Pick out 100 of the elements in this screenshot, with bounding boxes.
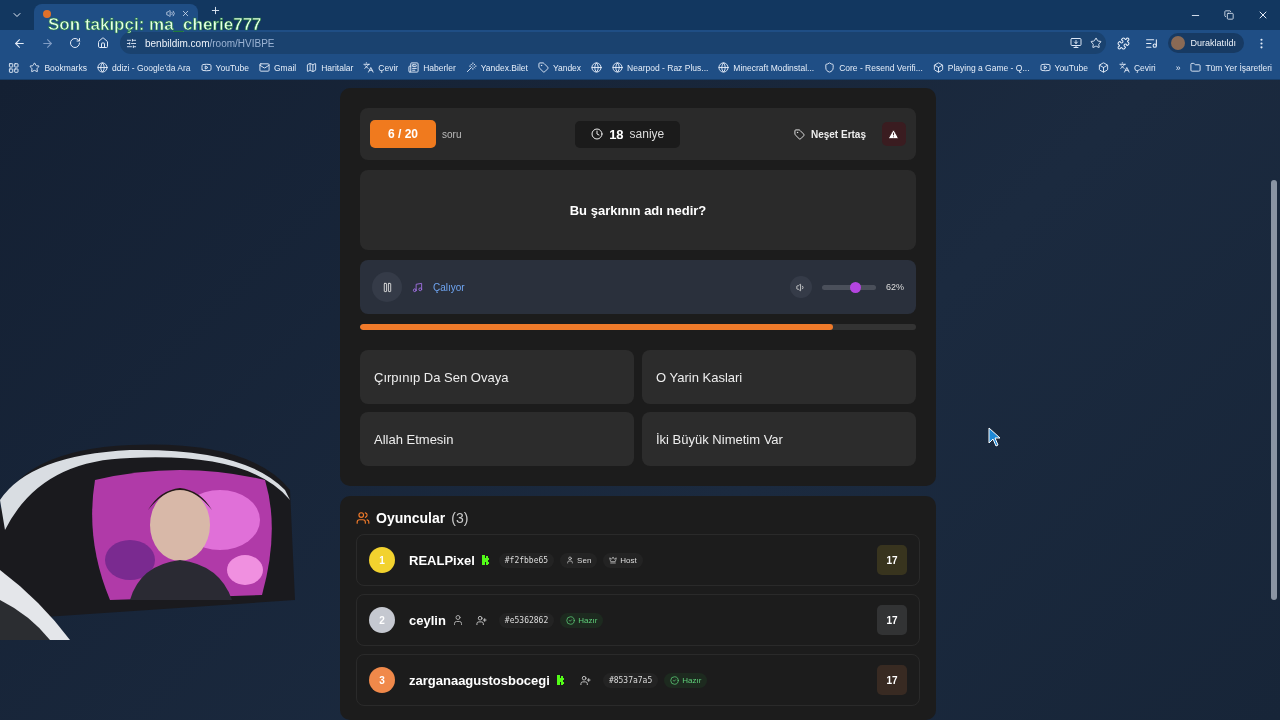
translate-icon [363,62,375,73]
music-list-icon [1144,36,1158,50]
answer-option[interactable]: İki Büyük Nimetim Var [642,412,916,466]
player-id-tag: #e5362862 [498,612,555,628]
player-score: 17 [877,545,907,575]
playback-status: Çalıyor [433,281,465,293]
bookmark-link[interactable]: Çeviri [1118,62,1156,73]
bookmark-link[interactable]: YouTube [1039,62,1088,73]
you-badge: Sen [560,552,598,568]
players-count: (3) [451,510,469,526]
bookmark-link[interactable]: Çevir [363,62,399,73]
counter-label: soru [442,128,462,140]
arrow-right-icon [40,36,54,50]
star-icon [29,62,41,73]
ready-badge: Hazır [560,612,604,628]
translate-icon [1118,62,1130,73]
players-title: Oyuncular [376,510,446,526]
play-icon [200,62,212,73]
volume-reading: 62% [886,282,904,292]
speaker-icon [796,281,806,293]
artist-name: Neşet Ertaş [810,128,866,140]
plus-icon [209,4,221,16]
follower-overlay-text: Son takipçi: ma_cherie777 [48,16,262,33]
tag-icon [793,128,805,140]
more-bookmarks-button[interactable]: » [1175,62,1181,73]
rank-badge: 2 [369,607,395,633]
player-id-tag: #f2fbbe65 [498,552,555,568]
bookmark-link[interactable]: Yandex.Bilet [465,62,528,73]
globe-icon [612,62,624,73]
all-bookmarks-link[interactable]: Tüm Yer İşaretleri [1190,62,1272,73]
timer-unit: saniye [629,127,665,141]
bookmark-link[interactable]: Yandex [537,62,582,73]
add-friend-icon[interactable] [579,674,591,686]
answer-option[interactable]: Çırpınıp Da Sen Ovaya [360,350,634,404]
person-icon [451,614,464,626]
question-text: Bu şarkının adı nedir? [569,202,707,218]
pause-icon [381,281,393,293]
bookmark-link[interactable]: ddizi - Google'da Ara [96,62,191,73]
report-button[interactable] [882,122,906,146]
warning-icon [888,128,900,140]
person-icon [566,556,575,564]
url-host: benbildim.com [145,37,210,49]
users-icon [356,511,370,525]
bookmark-link[interactable]: Minecraft Modinstal... [718,62,815,73]
home-icon [97,37,109,49]
folder-icon [1190,62,1202,73]
cursor-icon [988,427,1002,447]
bookmark-link[interactable]: Haritalar [306,62,354,73]
close-icon[interactable] [181,9,190,18]
audio-icon [166,9,175,18]
player-score: 17 [877,665,907,695]
tag-icon [537,62,549,73]
add-friend-icon[interactable] [475,614,487,626]
check-circle-icon [670,675,680,685]
newspaper-icon [408,62,420,73]
install-icon[interactable] [1070,37,1083,49]
player-score: 17 [877,605,907,635]
rank-badge: 3 [369,667,395,693]
crown-icon [609,556,618,564]
globe-icon [591,62,603,73]
puzzle-icon [1116,36,1130,50]
bookmark-link[interactable]: Playing a Game - Q... [932,62,1030,73]
player-name: zarganaagustosbocegi [409,672,550,688]
map-icon [306,62,318,73]
slider-thumb[interactable] [850,281,862,293]
rank-badge: 1 [369,547,395,573]
close-icon [1257,9,1269,21]
site-settings-icon [126,37,137,49]
apps-icon[interactable] [8,61,20,74]
address-bar[interactable]: benbildim.com/room/HVIBPE [120,32,1107,54]
wand-icon [465,62,477,73]
url-path: /room/HVIBPE [209,37,275,49]
question-counter: 6 / 20 [370,120,437,148]
arrow-left-icon [12,36,26,50]
bookmark-link[interactable]: Haberler [408,62,456,73]
bookmark-link[interactable]: Bookmarks [29,62,87,73]
ready-badge: Hazır [664,672,708,688]
bookmark-link[interactable]: Gmail [259,62,297,73]
reload-icon [69,37,81,49]
answer-option[interactable]: O Yarin Kaslari [642,350,916,404]
player-id-tag: #8537a7a5 [602,672,659,688]
player-name: REALPixel [409,552,475,568]
bookmark-star-icon[interactable] [1090,37,1103,49]
bookmark-icon-link[interactable] [1097,62,1109,73]
volume-slider[interactable] [822,284,876,290]
bookmark-icon-link[interactable] [591,62,603,73]
restore-icon [1224,10,1234,20]
music-note-icon [412,281,423,293]
bookmark-link[interactable]: YouTube [200,62,249,73]
answer-option[interactable]: Allah Etmesin [360,412,634,466]
clock-icon [591,128,604,140]
pause-button[interactable] [372,272,402,302]
volume-button[interactable] [790,276,812,298]
player-name: ceylin [409,612,446,628]
bookmark-link[interactable]: Core - Resend Verifi... [824,62,923,73]
profile-button[interactable]: Duraklatıldı [1168,33,1244,53]
shield-icon [824,62,836,73]
bookmark-link[interactable]: Nearpod - Raz Plus... [612,62,709,73]
check-circle-icon [566,615,576,625]
mail-icon [259,62,270,73]
